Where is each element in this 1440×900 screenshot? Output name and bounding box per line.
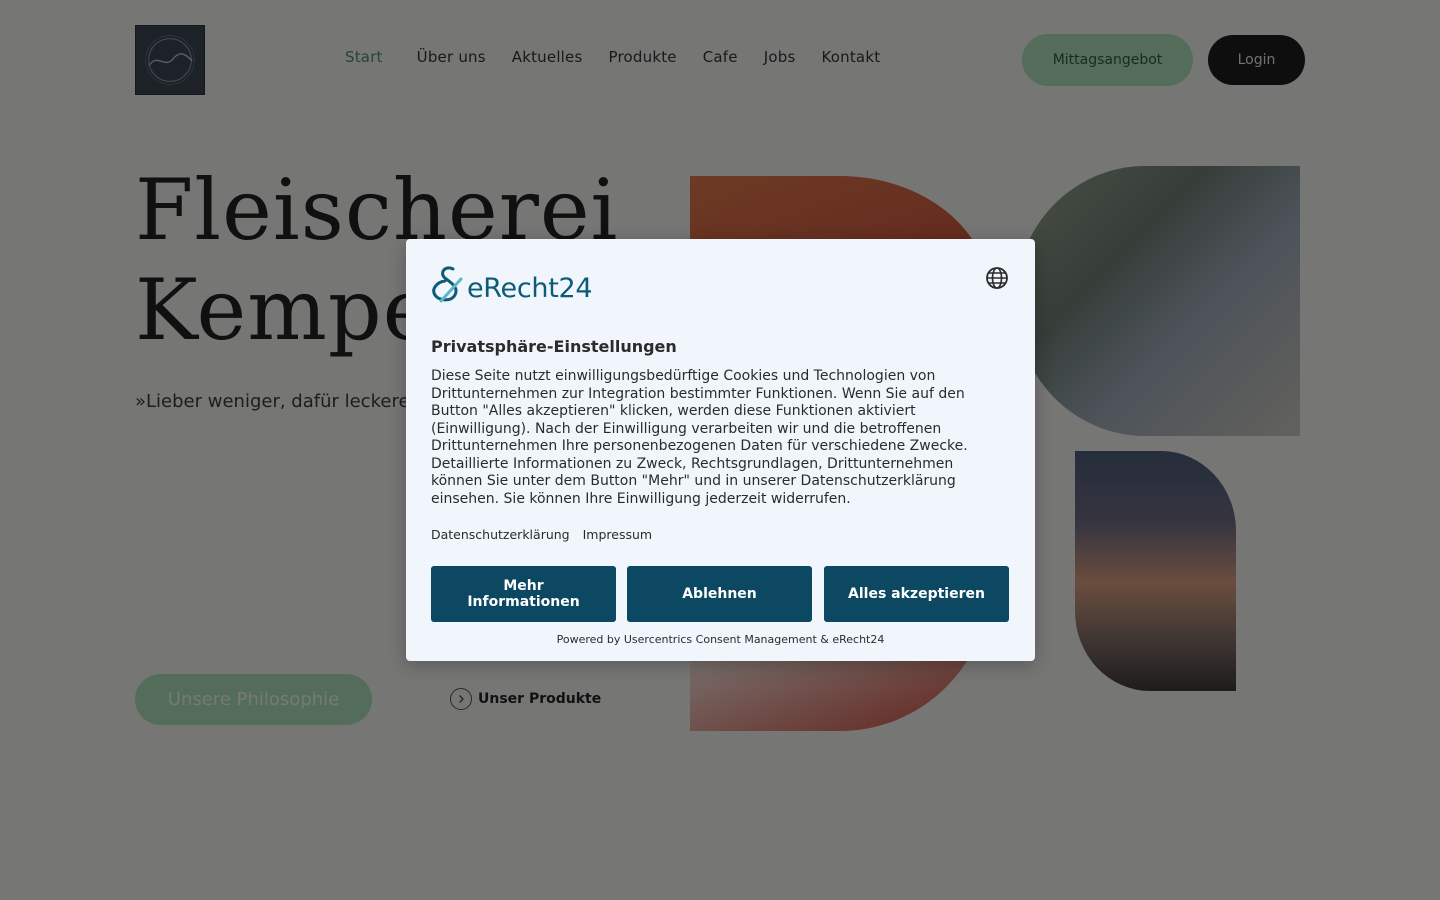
privacy-policy-link[interactable]: Datenschutzerklärung — [431, 527, 570, 542]
erecht24-mark-icon — [432, 266, 463, 303]
consent-dialog: eRecht24 Privatsphäre-Einstellungen Dies… — [406, 239, 1035, 661]
accept-all-button[interactable]: Alles akzeptieren — [824, 566, 1009, 622]
imprint-link[interactable]: Impressum — [583, 527, 652, 542]
powered-by-text: Powered by Usercentrics Consent Manageme… — [556, 633, 885, 646]
consent-links: Datenschutzerklärung Impressum — [431, 527, 652, 542]
erecht24-logo: eRecht24 — [431, 265, 593, 304]
language-globe-icon[interactable] — [985, 266, 1009, 290]
decline-button[interactable]: Ablehnen — [627, 566, 812, 622]
brand-name: eRecht24 — [467, 273, 593, 304]
consent-title: Privatsphäre-Einstellungen — [431, 337, 677, 356]
consent-description: Diese Seite nutzt einwilligungsbedürftig… — [431, 368, 968, 507]
more-info-button[interactable]: Mehr Informationen — [431, 566, 616, 622]
